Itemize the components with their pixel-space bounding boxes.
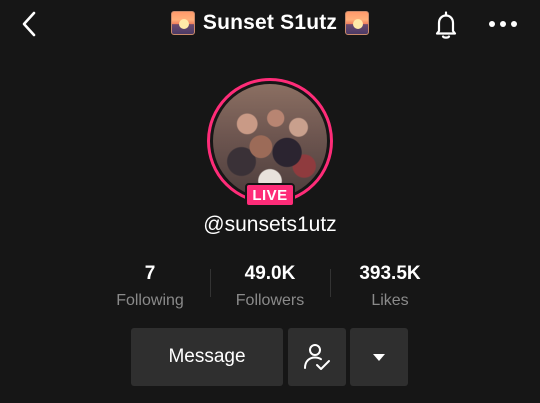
bell-icon xyxy=(435,11,457,39)
stat-label: Followers xyxy=(235,292,305,309)
person-check-icon xyxy=(304,344,330,370)
notifications-button[interactable] xyxy=(430,9,462,41)
stat-value: 393.5K xyxy=(359,263,421,284)
stat-divider xyxy=(330,269,331,297)
caret-down-icon xyxy=(373,354,385,361)
avatar[interactable] xyxy=(213,84,327,198)
top-bar: Sunset S1utz xyxy=(0,0,540,48)
username: @sunsets1utz xyxy=(203,213,337,236)
stat-divider xyxy=(210,269,211,297)
page-title: Sunset S1utz xyxy=(202,11,338,34)
sunset-emoji-icon xyxy=(345,11,370,35)
sunset-emoji-icon xyxy=(170,11,195,35)
stat-value: 7 xyxy=(144,263,156,284)
live-badge[interactable]: LIVE xyxy=(245,183,295,207)
stat-label: Likes xyxy=(371,292,409,309)
following-status-button[interactable] xyxy=(288,328,346,386)
stat-value: 49.0K xyxy=(244,263,296,284)
more-options-button[interactable] xyxy=(485,10,521,38)
message-button[interactable]: Message xyxy=(131,328,283,386)
profile-screen: Sunset S1utz LIVE @sunsets1utz 7 Followi… xyxy=(0,0,540,403)
stat-likes[interactable]: 393.5K Likes xyxy=(330,260,450,312)
suggested-accounts-button[interactable] xyxy=(350,328,408,386)
stat-following[interactable]: 7 Following xyxy=(90,260,210,312)
stat-followers[interactable]: 49.0K Followers xyxy=(210,260,330,312)
more-horizontal-icon xyxy=(489,21,517,27)
profile-stats: 7 Following 49.0K Followers 393.5K Likes xyxy=(90,260,450,312)
stat-label: Following xyxy=(116,292,184,309)
